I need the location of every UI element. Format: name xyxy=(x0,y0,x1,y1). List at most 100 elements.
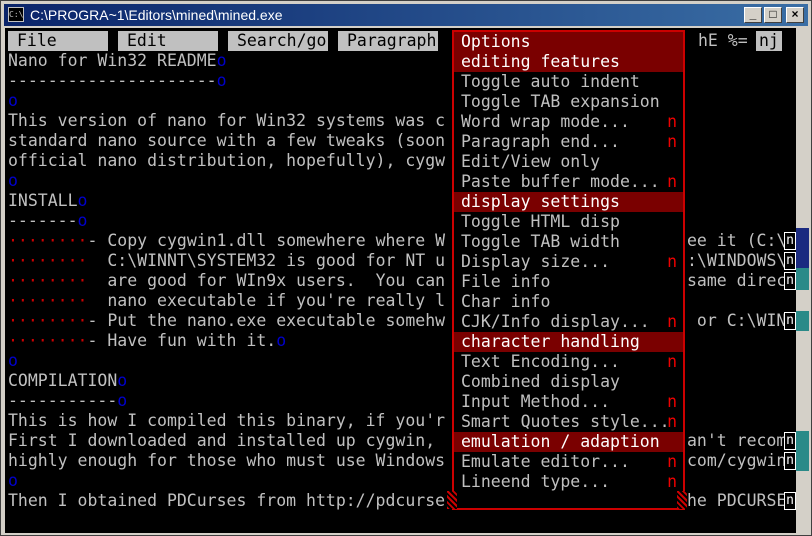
document-line: ········ nano executable if you're reall… xyxy=(8,291,445,311)
options-dropdown-menu: Options editing features Toggle auto inden… xyxy=(452,30,685,510)
close-button[interactable]: × xyxy=(786,7,804,23)
menu-item-label: Options xyxy=(461,32,531,51)
menu-item-lineend-type[interactable]: Lineend type... n xyxy=(454,472,683,492)
menu-item-edit-view-only[interactable]: Edit/View only xyxy=(454,152,683,172)
console-app-icon[interactable]: C:\ xyxy=(8,7,24,22)
line-text: Nano for Win32 README xyxy=(8,51,217,70)
line-end-marker: o xyxy=(77,211,88,230)
document-line: COMPILATIONo xyxy=(8,371,127,391)
minimize-button[interactable]: _ xyxy=(744,7,762,23)
document-line-fragment: an't recom xyxy=(687,431,787,450)
line-text: Then I obtained PDCurses from http://pdc… xyxy=(8,491,446,510)
tab-indicator: ········ xyxy=(8,251,88,270)
menu-item-label: Toggle HTML disp xyxy=(461,212,620,231)
title-bar[interactable]: C:\ C:\PROGRA~1\Editors\mined\mined.exe … xyxy=(4,4,808,26)
tab-indicator: ········ xyxy=(8,311,88,330)
console-window: C:\ C:\PROGRA~1\Editors\mined\mined.exe … xyxy=(0,0,812,536)
menu-item-word-wrap-mode[interactable]: Word wrap mode... n xyxy=(454,112,683,132)
menu-item-char-info[interactable]: Char info xyxy=(454,292,683,312)
document-line: highly enough for those who must use Win… xyxy=(8,451,445,471)
menu-item-toggle-auto-indent[interactable]: Toggle auto indent xyxy=(454,72,683,92)
menu-search-go[interactable]: Search/go xyxy=(228,31,328,51)
scrollbar-marker xyxy=(796,431,809,471)
menu-item-cjk-info-display[interactable]: CJK/Info display... n xyxy=(454,312,683,332)
submenu-arrow-icon: n xyxy=(667,112,677,131)
document-line: o xyxy=(8,351,18,371)
menu-item-file-info[interactable]: File info xyxy=(454,272,683,292)
menu-section-header: display settings xyxy=(454,192,683,212)
line-text: highly enough for those who must use Win… xyxy=(8,451,446,470)
submenu-arrow-icon: n xyxy=(667,352,677,371)
menu-item-toggle-tab-width[interactable]: Toggle TAB width xyxy=(454,232,683,252)
line-continuation-marker: n xyxy=(784,312,796,330)
submenu-arrow-icon: n xyxy=(667,452,677,471)
tab-indicator: ········ xyxy=(8,291,88,310)
menu-item-combined-display[interactable]: Combined display xyxy=(454,372,683,392)
menu-item-label: emulation / adaption xyxy=(461,432,660,451)
document-line: o xyxy=(8,471,18,491)
submenu-arrow-icon: n xyxy=(667,472,677,491)
line-end-marker: o xyxy=(117,371,128,390)
tab-indicator: ········ xyxy=(8,331,88,350)
menu-item-paragraph-end[interactable]: Paragraph end... n xyxy=(454,132,683,152)
menu-item-input-method[interactable]: Input Method... n xyxy=(454,392,683,412)
line-end-marker: o xyxy=(8,171,18,190)
line-text: INSTALL xyxy=(8,191,78,210)
line-text: - Put the nano.exe executable somehw xyxy=(87,311,446,330)
line-text: C:\WINNT\SYSTEM32 is good for NT u xyxy=(87,251,446,270)
vertical-scrollbar[interactable] xyxy=(796,28,809,533)
document-line: This version of nano for Win32 systems w… xyxy=(8,111,445,131)
console-area[interactable]: File Edit Search/go Paragraph hE %= nj N… xyxy=(5,28,796,533)
menu-item-text-encoding[interactable]: Text Encoding... n xyxy=(454,352,683,372)
line-text: are good for WIn9x users. You can xyxy=(87,271,446,290)
document-line: ········ C:\WINNT\SYSTEM32 is good for N… xyxy=(8,251,445,271)
scrollbar-thumb[interactable] xyxy=(796,228,809,268)
menu-item-toggle-tab-expansion[interactable]: Toggle TAB expansion xyxy=(454,92,683,112)
menu-item-paste-buffer-mode[interactable]: Paste buffer mode... n xyxy=(454,172,683,192)
line-end-marker: o xyxy=(77,191,88,210)
menu-item-label: Combined display xyxy=(461,372,620,391)
menu-options-title[interactable]: Options xyxy=(454,32,683,52)
status-mode: nj xyxy=(756,31,782,51)
document-line-fragment: com/cygwin xyxy=(687,451,787,470)
line-continuation-marker: n xyxy=(784,452,796,470)
menu-item-label: Emulate editor... xyxy=(461,452,630,471)
menu-shadow-right xyxy=(677,491,687,509)
menu-item-label: Lineend type... xyxy=(461,472,611,491)
menu-item-label: editing features xyxy=(461,52,620,71)
line-end-marker: o xyxy=(216,71,227,90)
menu-item-label: Smart Quotes style... xyxy=(461,412,670,431)
menu-item-smart-quotes-style[interactable]: Smart Quotes style... n xyxy=(454,412,683,432)
document-line-fragment: ee it (C:\ xyxy=(687,231,787,250)
line-text: ------- xyxy=(8,211,78,230)
menu-item-label: Display size... xyxy=(461,252,611,271)
submenu-arrow-icon: n xyxy=(667,252,677,271)
menu-item-toggle-html-disp[interactable]: Toggle HTML disp xyxy=(454,212,683,232)
menu-item-label: Toggle TAB width xyxy=(461,232,620,251)
menu-shadow-left xyxy=(447,491,457,509)
menu-item-display-size[interactable]: Display size... n xyxy=(454,252,683,272)
menu-item-label: Text Encoding... xyxy=(461,352,620,371)
menu-item-label: CJK/Info display... xyxy=(461,312,650,331)
menu-file[interactable]: File xyxy=(8,31,108,51)
maximize-button[interactable]: □ xyxy=(764,7,782,23)
menu-paragraph[interactable]: Paragraph xyxy=(338,31,438,51)
line-text: - Have fun with it. xyxy=(87,331,277,350)
menu-item-emulate-editor[interactable]: Emulate editor... n xyxy=(454,452,683,472)
document-line-fragment: or C:\WIN xyxy=(687,311,787,330)
line-continuation-marker: n xyxy=(784,272,796,290)
scrollbar-marker xyxy=(796,268,809,290)
line-text: ----------- xyxy=(8,391,118,410)
menu-edit[interactable]: Edit xyxy=(118,31,218,51)
menu-item-label: character handling xyxy=(461,332,640,351)
document-line: Nano for Win32 READMEo xyxy=(8,51,227,71)
line-end-marker: o xyxy=(8,91,18,110)
status-indicator: hE %= xyxy=(698,31,748,50)
menu-item-label: Input Method... xyxy=(461,392,611,411)
submenu-arrow-icon: n xyxy=(667,132,677,151)
document-line: ········- Put the nano.exe executable so… xyxy=(8,311,445,331)
document-line: Then I obtained PDCurses from http://pdc… xyxy=(8,491,445,511)
document-line: First I downloaded and installed up cygw… xyxy=(8,431,435,451)
submenu-arrow-icon: n xyxy=(667,412,677,431)
tab-indicator: ········ xyxy=(8,271,88,290)
